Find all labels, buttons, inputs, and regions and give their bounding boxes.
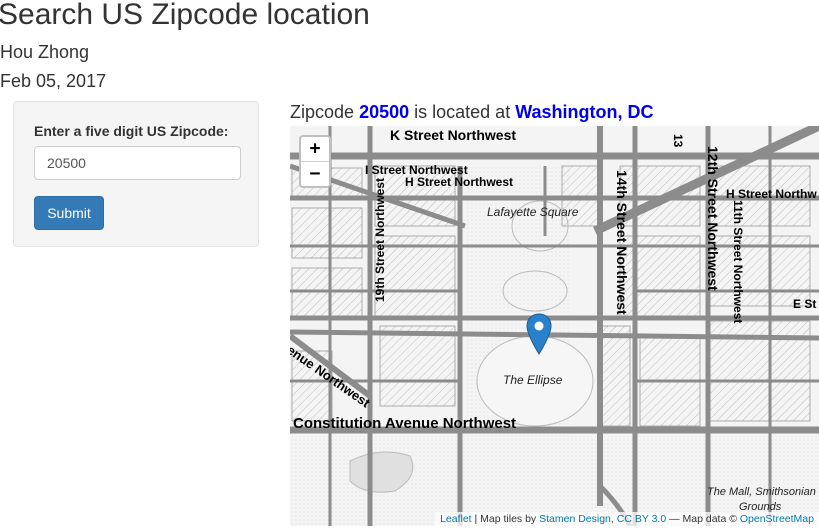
street-label-h: H Street Northwest	[405, 175, 513, 189]
street-label-13: 13	[671, 134, 685, 148]
result-prefix: Zipcode	[290, 102, 355, 122]
place-label-lafayette: Lafayette Square	[487, 205, 579, 219]
street-label-14th: 14th Street Northwest	[614, 170, 630, 315]
result-middle: is located at	[414, 102, 511, 122]
leaflet-link[interactable]: Leaflet	[440, 513, 472, 525]
zoom-out-button[interactable]: −	[301, 162, 329, 186]
street-label-h-east: H Street Northw	[726, 187, 817, 201]
page-title: Search US Zipcode location	[0, 0, 370, 31]
result-zipcode: 20500	[359, 102, 410, 122]
page-date: Feb 05, 2017	[0, 71, 107, 91]
stamen-link[interactable]: Stamen Design	[539, 513, 611, 525]
license-link[interactable]: CC BY 3.0	[617, 513, 666, 525]
street-label-11th: 11th Street Northwest	[731, 200, 745, 323]
street-label-k: K Street Northwest	[390, 127, 516, 143]
street-label-e: E St	[793, 297, 816, 311]
zipcode-input[interactable]	[34, 146, 241, 180]
result-location: Washington, DC	[515, 102, 654, 122]
zoom-control: + −	[299, 135, 331, 188]
osm-link[interactable]: OpenStreetMap	[740, 513, 814, 525]
map-tiles: K Street Northwest I Street Northwest H …	[290, 126, 819, 526]
attribution-sep1: | Map tiles by	[471, 513, 540, 525]
street-label-constitution: Constitution Avenue Northwest	[293, 415, 516, 432]
street-label-12th: 12th Street Northwest	[705, 146, 721, 291]
place-label-ellipse: The Ellipse	[503, 373, 563, 387]
zipcode-label: Enter a five digit US Zipcode:	[34, 123, 229, 139]
zoom-in-button[interactable]: +	[301, 137, 329, 162]
map-view[interactable]: K Street Northwest I Street Northwest H …	[290, 126, 819, 526]
street-label-19th: 19th Street Northwest	[373, 178, 387, 302]
result-text: Zipcode 20500 is located at Washington, …	[290, 102, 654, 123]
map-attribution: Leaflet | Map tiles by Stamen Design, CC…	[435, 512, 819, 526]
place-label-mall-1: The Mall, Smithsonian	[707, 486, 816, 498]
author-name: Hou Zhong	[0, 42, 90, 62]
attribution-sep2: — Map data ©	[666, 513, 740, 525]
zipcode-form-panel: Enter a five digit US Zipcode: Submit	[13, 101, 259, 247]
submit-button[interactable]: Submit	[34, 196, 104, 230]
